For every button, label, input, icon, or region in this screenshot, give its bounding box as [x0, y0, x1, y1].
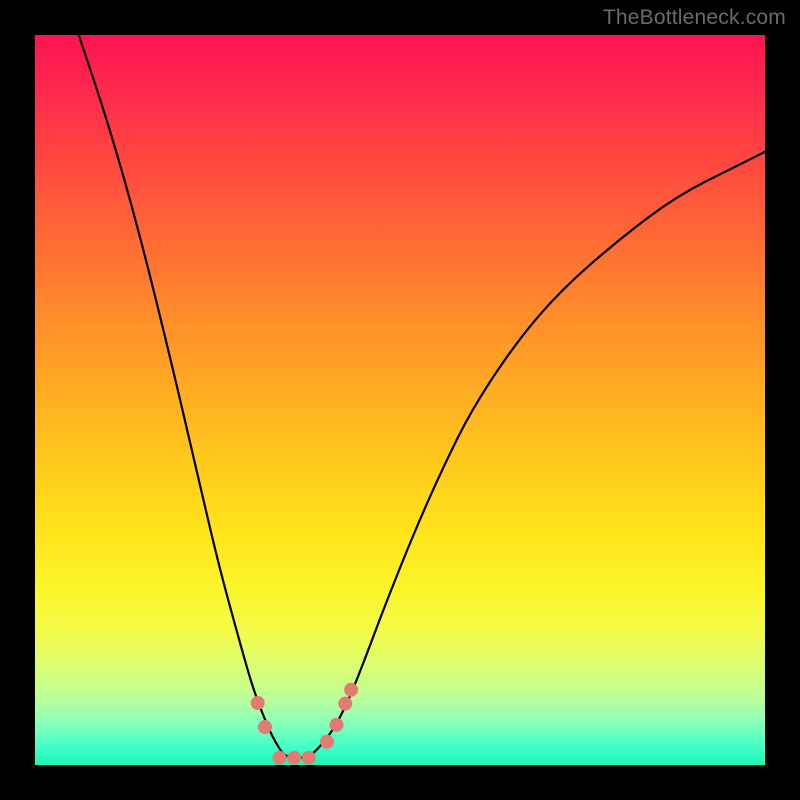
plot-area [35, 35, 765, 765]
curve-marker [258, 720, 272, 734]
curve-marker [344, 683, 358, 697]
curve-marker [329, 718, 343, 732]
bottleneck-curve [79, 35, 765, 758]
curve-marker [302, 751, 316, 765]
curve-marker [320, 735, 334, 749]
curve-marker [251, 696, 265, 710]
chart-svg [35, 35, 765, 765]
watermark-text: TheBottleneck.com [603, 6, 786, 30]
curve-marker [273, 751, 287, 765]
curve-marker [287, 751, 301, 765]
curve-marker [338, 697, 352, 711]
chart-stage: TheBottleneck.com [0, 0, 800, 800]
markers-group [251, 683, 358, 765]
